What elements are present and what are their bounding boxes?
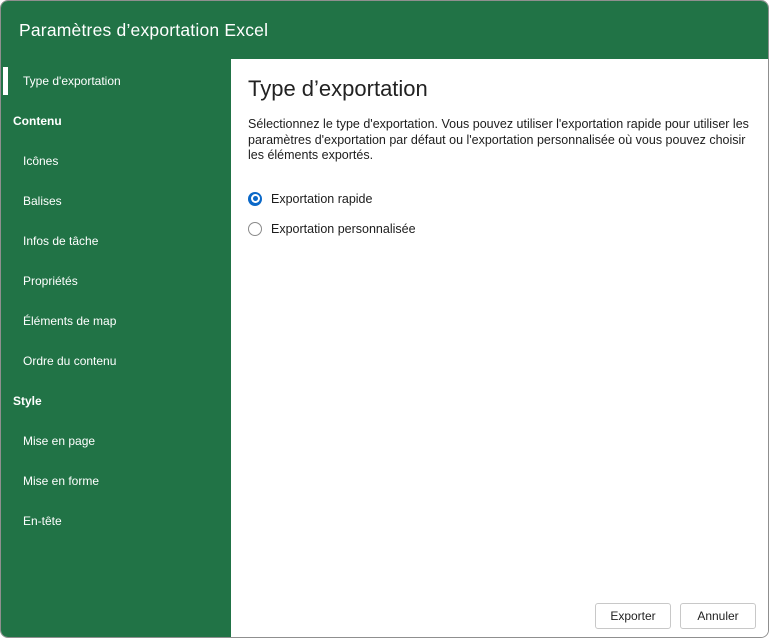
sidebar-item-label: Mise en page	[23, 434, 96, 448]
dialog-footer: Exporter Annuler	[595, 603, 756, 629]
sidebar-item-en-tete[interactable]: En-tête	[1, 501, 231, 541]
dialog-title: Paramètres d’exportation Excel	[19, 19, 269, 40]
radio-dot	[252, 196, 258, 201]
sidebar-item-ordre-du-contenu[interactable]: Ordre du contenu	[1, 341, 231, 381]
sidebar-section-label: Contenu	[13, 114, 62, 128]
sidebar-item-label: En-tête	[23, 514, 62, 528]
sidebar-item-mise-en-forme[interactable]: Mise en forme	[1, 461, 231, 501]
sidebar-item-type-exportation[interactable]: Type d'exportation	[1, 61, 231, 101]
dialog-body: Type d'exportation Contenu Icônes Balise…	[1, 59, 768, 637]
excel-export-settings-dialog: Paramètres d’exportation Excel Type d'ex…	[0, 0, 769, 638]
radio-inner-ring	[250, 194, 260, 203]
sidebar-item-label: Mise en forme	[23, 474, 100, 488]
sidebar-section-contenu: Contenu	[1, 101, 231, 141]
page-title: Type d’exportation	[248, 76, 428, 101]
sidebar-item-label: Propriétés	[23, 274, 78, 288]
selected-indicator-bar	[3, 67, 8, 95]
sidebar-item-label: Balises	[23, 194, 62, 208]
sidebar-item-infos-de-tache[interactable]: Infos de tâche	[1, 221, 231, 261]
cancel-button[interactable]: Annuler	[680, 603, 756, 629]
radio-exportation-rapide[interactable]: Exportation rapide	[248, 184, 752, 214]
radio-exportation-personnalisee[interactable]: Exportation personnalisée	[248, 214, 752, 244]
sidebar-item-label: Icônes	[23, 154, 59, 168]
sidebar-item-label: Type d'exportation	[23, 74, 121, 88]
settings-sidebar: Type d'exportation Contenu Icônes Balise…	[1, 59, 231, 637]
dialog-header: Paramètres d’exportation Excel	[1, 1, 768, 59]
settings-content-panel: Type d’exportation Sélectionnez le type …	[231, 59, 768, 637]
page-description: Sélectionnez le type d'exportation. Vous…	[248, 117, 749, 162]
sidebar-item-label: Infos de tâche	[23, 234, 99, 248]
radio-label: Exportation rapide	[271, 191, 373, 206]
sidebar-item-mise-en-page[interactable]: Mise en page	[1, 421, 231, 461]
radio-unselected-icon[interactable]	[248, 221, 262, 236]
radio-label: Exportation personnalisée	[271, 221, 416, 236]
sidebar-item-elements-de-map[interactable]: Éléments de map	[1, 301, 231, 341]
radio-selected-icon[interactable]	[248, 191, 262, 206]
sidebar-item-balises[interactable]: Balises	[1, 181, 231, 221]
sidebar-item-label: Éléments de map	[23, 314, 117, 328]
sidebar-item-proprietes[interactable]: Propriétés	[1, 261, 231, 301]
sidebar-item-icones[interactable]: Icônes	[1, 141, 231, 181]
sidebar-section-label: Style	[13, 394, 42, 408]
export-button[interactable]: Exporter	[595, 603, 671, 629]
sidebar-section-style: Style	[1, 381, 231, 421]
sidebar-item-label: Ordre du contenu	[23, 354, 117, 368]
